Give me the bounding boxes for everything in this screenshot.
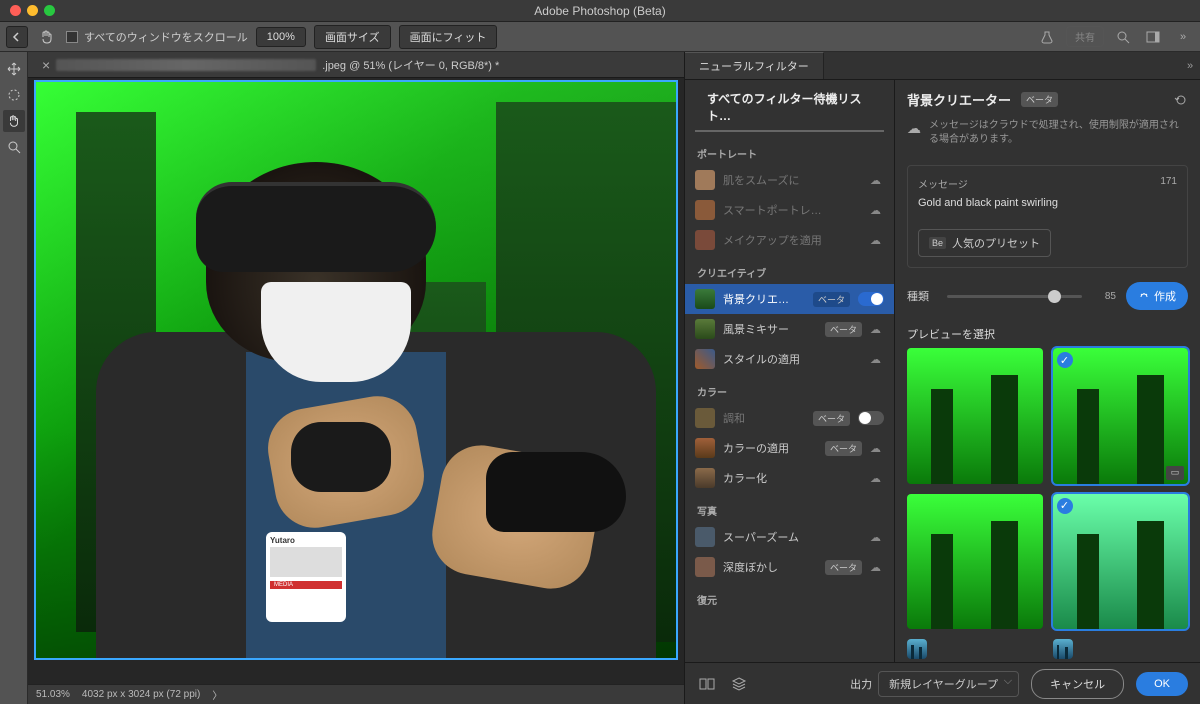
preview-1[interactable] (907, 348, 1043, 484)
filter-depth-blur[interactable]: 深度ぼかし ベータ ☁ (685, 552, 894, 582)
canvas[interactable]: Yutaro MEDIA (34, 80, 678, 660)
variety-slider[interactable] (947, 295, 1082, 298)
create-button[interactable]: 作成 (1126, 282, 1188, 310)
cancel-button[interactable]: キャンセル (1031, 669, 1124, 699)
cloud-icon: ☁ (870, 234, 884, 247)
output-label: 出力 (850, 676, 872, 692)
search-icon[interactable] (1112, 26, 1134, 48)
filter-skin-smooth[interactable]: 肌をスムーズに ☁ (685, 165, 894, 195)
cloud-icon: ☁ (870, 174, 884, 187)
filter-makeup[interactable]: メイクアップを適用 ☁ (685, 225, 894, 255)
scroll-all-label: すべてのウィンドウをスクロール (84, 29, 248, 45)
filter-colorize[interactable]: カラー化 ☁ (685, 463, 894, 493)
message-input[interactable] (918, 197, 1177, 209)
layers-icon[interactable] (729, 674, 749, 694)
app-title: Adobe Photoshop (Beta) (534, 4, 665, 18)
tab-close-icon[interactable]: × (42, 57, 50, 73)
filter-toggle[interactable] (858, 411, 884, 425)
status-chevron-icon[interactable]: 〉 (212, 687, 222, 702)
neural-filters-tab[interactable]: ニューラルフィルター (685, 52, 824, 79)
check-icon: ✓ (1057, 498, 1073, 514)
document-tab-suffix: .jpeg @ 51% (レイヤー 0, RGB/8*) * (322, 57, 499, 73)
cloud-icon: ☁ (870, 204, 884, 217)
preset-button[interactable]: Be 人気のプリセット (918, 229, 1051, 257)
preview-5[interactable] (907, 639, 927, 659)
filter-landscape-mixer[interactable]: 風景ミキサー ベータ ☁ (685, 314, 894, 344)
lanyard-tag: MEDIA (270, 581, 342, 589)
fit-screen-button[interactable]: 画面サイズ (314, 25, 391, 49)
status-zoom: 51.03% (36, 689, 70, 700)
compare-icon[interactable] (697, 674, 717, 694)
filter-style-transfer[interactable]: スタイルの適用 ☁ (685, 344, 894, 374)
output-select[interactable]: 新規レイヤーグループ (878, 671, 1019, 697)
cloud-icon: ☁ (870, 531, 884, 544)
chevron-double-icon[interactable]: » (1172, 26, 1194, 48)
share-button[interactable]: 共有 (1066, 26, 1104, 47)
cloud-icon: ☁ (870, 323, 884, 336)
category-photo: 写真 (685, 493, 894, 522)
move-tool[interactable] (3, 58, 25, 80)
filter-list-header[interactable]: すべてのフィルター待機リスト… (695, 80, 884, 132)
ok-button[interactable]: OK (1136, 672, 1188, 696)
marquee-tool[interactable] (3, 84, 25, 106)
category-portrait: ポートレート (685, 136, 894, 165)
image-icon[interactable]: ▭ (1166, 466, 1184, 480)
preview-label: プレビューを選択 (895, 316, 1200, 348)
hand-tool[interactable] (3, 110, 25, 132)
window-close[interactable] (10, 5, 21, 16)
window-minimize[interactable] (27, 5, 38, 16)
cloud-icon: ☁ (870, 472, 884, 485)
filter-harmonize[interactable]: 調和 ベータ (685, 403, 894, 433)
filter-smart-portrait[interactable]: スマートポートレ… ☁ (685, 195, 894, 225)
check-icon: ✓ (1057, 352, 1073, 368)
document-name-redacted (56, 59, 316, 71)
category-color: カラー (685, 374, 894, 403)
cloud-icon: ☁ (870, 353, 884, 366)
scroll-all-checkbox[interactable]: すべてのウィンドウをスクロール (66, 29, 248, 45)
category-restore: 復元 (685, 582, 894, 611)
hand-tool-icon (36, 26, 58, 48)
zoom-tool[interactable] (3, 136, 25, 158)
message-count: 171 (1160, 176, 1177, 191)
zoom-level[interactable]: 100% (256, 27, 306, 47)
preview-2[interactable]: ✓ ▭ (1053, 348, 1189, 484)
status-dimensions: 4032 px x 3024 px (72 ppi) (82, 689, 200, 700)
fit-image-button[interactable]: 画面にフィット (399, 25, 498, 49)
detail-beta-badge: ベータ (1021, 92, 1058, 107)
slider-label: 種類 (907, 288, 937, 304)
filter-toggle[interactable] (858, 292, 884, 306)
cloud-icon: ☁ (907, 119, 921, 147)
message-label: メッセージ (918, 176, 968, 191)
preview-4[interactable]: ✓ (1053, 494, 1189, 630)
window-maximize[interactable] (44, 5, 55, 16)
panel-chevron-icon[interactable]: » (1180, 52, 1200, 79)
document-tab[interactable]: × .jpeg @ 51% (レイヤー 0, RGB/8*) * (34, 52, 507, 77)
filter-bg-creator[interactable]: 背景クリエ… ベータ (685, 284, 894, 314)
preview-6[interactable] (1053, 639, 1073, 659)
workspace-icon[interactable] (1142, 26, 1164, 48)
filter-color-transfer[interactable]: カラーの適用 ベータ ☁ (685, 433, 894, 463)
cloud-icon: ☁ (870, 561, 884, 574)
lanyard-name: Yutaro (270, 536, 342, 545)
beaker-icon[interactable] (1036, 26, 1058, 48)
category-creative: クリエイティブ (685, 255, 894, 284)
cloud-note-text: メッセージはクラウドで処理され、使用制限が適用される場合があります。 (929, 119, 1188, 147)
detail-title: 背景クリエーター (907, 90, 1011, 109)
reset-icon[interactable] (1174, 93, 1188, 107)
slider-value: 85 (1092, 291, 1116, 302)
filter-super-zoom[interactable]: スーパーズーム ☁ (685, 522, 894, 552)
back-button[interactable] (6, 26, 28, 48)
preview-3[interactable] (907, 494, 1043, 630)
cloud-icon: ☁ (870, 442, 884, 455)
